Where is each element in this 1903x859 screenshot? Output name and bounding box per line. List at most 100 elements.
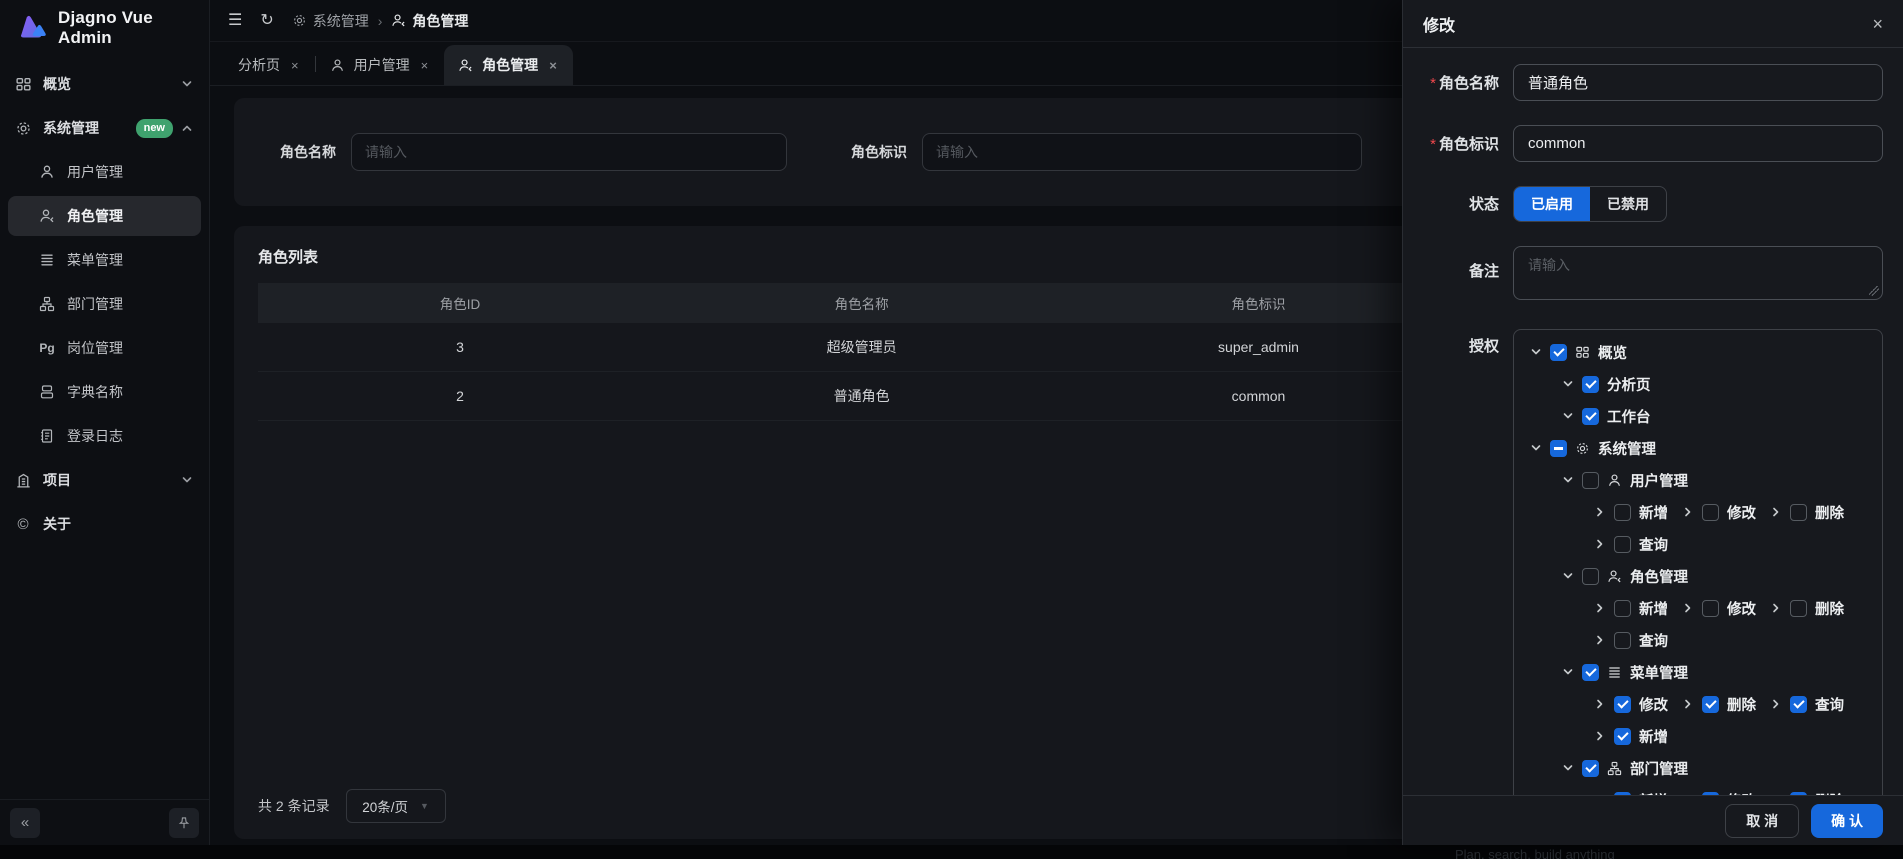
tree-checkbox[interactable] — [1702, 504, 1719, 521]
tree-checkbox[interactable] — [1790, 504, 1807, 521]
sidebar-item-users[interactable]: 用户管理 — [8, 152, 201, 192]
sidebar-item-roles[interactable]: 角色管理 — [8, 196, 201, 236]
chevron-icon[interactable] — [1562, 762, 1574, 774]
tree-node-label[interactable]: 查询 — [1815, 694, 1844, 715]
chevron-icon[interactable] — [1594, 730, 1606, 742]
chevron-icon[interactable] — [1562, 410, 1574, 422]
tree-checkbox[interactable] — [1614, 632, 1631, 649]
tree-node-label[interactable]: 概览 — [1598, 342, 1627, 363]
chevron-icon[interactable] — [1682, 698, 1694, 710]
chevron-icon[interactable] — [1594, 506, 1606, 518]
chevron-icon[interactable] — [1530, 346, 1542, 358]
chevron-icon[interactable] — [1770, 794, 1782, 795]
role-name-field[interactable] — [1513, 64, 1883, 101]
breadcrumb-system[interactable]: 系统管理 — [292, 11, 369, 31]
chevron-icon[interactable] — [1562, 474, 1574, 486]
tree-node-label[interactable]: 新增 — [1639, 726, 1668, 747]
tree-checkbox[interactable] — [1702, 600, 1719, 617]
tab-analysis[interactable]: 分析页 × — [224, 45, 315, 85]
page-size-select[interactable]: 20条/页 ▼ — [346, 789, 446, 823]
chevron-icon[interactable] — [1594, 538, 1606, 550]
sidebar-item-login-logs[interactable]: 登录日志 — [8, 416, 201, 456]
sidebar-item-dictionary[interactable]: 字典名称 — [8, 372, 201, 412]
role-key-search-input[interactable] — [922, 133, 1362, 171]
close-icon[interactable]: × — [1872, 15, 1883, 33]
chevron-icon[interactable] — [1594, 634, 1606, 646]
tree-node-label[interactable]: 查询 — [1639, 534, 1668, 555]
refresh-icon[interactable]: ↻ — [260, 13, 273, 29]
tree-node-label[interactable]: 删除 — [1815, 502, 1844, 523]
chevron-icon[interactable] — [1562, 570, 1574, 582]
tree-node-label[interactable]: 分析页 — [1607, 374, 1651, 395]
sidebar-item-departments[interactable]: 部门管理 — [8, 284, 201, 324]
sidebar-item-menus[interactable]: 菜单管理 — [8, 240, 201, 280]
collapse-sidebar-button[interactable]: « — [10, 808, 40, 838]
tree-node-label[interactable]: 系统管理 — [1598, 438, 1656, 459]
tree-checkbox[interactable] — [1582, 376, 1599, 393]
sidebar-item-project[interactable]: 项目 — [8, 460, 201, 500]
tree-checkbox[interactable] — [1702, 696, 1719, 713]
close-icon[interactable]: × — [547, 57, 559, 74]
tree-checkbox[interactable] — [1582, 664, 1599, 681]
segment-disabled[interactable]: 已禁用 — [1590, 187, 1666, 221]
tree-checkbox[interactable] — [1790, 600, 1807, 617]
sidebar-item-system[interactable]: 系统管理 new — [8, 108, 201, 148]
tree-checkbox[interactable] — [1614, 728, 1631, 745]
chevron-icon[interactable] — [1562, 378, 1574, 390]
close-icon[interactable]: × — [289, 57, 301, 74]
tree-checkbox[interactable] — [1582, 472, 1599, 489]
tree-node-label[interactable]: 修改 — [1727, 598, 1756, 619]
tree-node-label[interactable]: 角色管理 — [1630, 566, 1688, 587]
chevron-icon[interactable] — [1530, 442, 1542, 454]
chevron-icon[interactable] — [1682, 602, 1694, 614]
cancel-button[interactable]: 取 消 — [1725, 804, 1799, 838]
tree-node-label[interactable]: 新增 — [1639, 502, 1668, 523]
breadcrumb-roles[interactable]: 角色管理 — [391, 11, 468, 31]
close-icon[interactable]: × — [419, 57, 431, 74]
tree-checkbox[interactable] — [1614, 504, 1631, 521]
tree-node-label[interactable]: 用户管理 — [1630, 470, 1688, 491]
tab-users[interactable]: 用户管理 × — [316, 45, 445, 85]
chevron-icon[interactable] — [1682, 506, 1694, 518]
segment-enabled[interactable]: 已启用 — [1514, 187, 1590, 221]
tree-node-label[interactable]: 修改 — [1727, 502, 1756, 523]
tree-node-label[interactable]: 新增 — [1639, 598, 1668, 619]
sidebar-item-overview[interactable]: 概览 — [8, 64, 201, 104]
tree-checkbox[interactable] — [1550, 344, 1567, 361]
pin-sidebar-button[interactable] — [169, 808, 199, 838]
tab-roles[interactable]: 角色管理 × — [444, 45, 573, 85]
tree-node-label[interactable]: 工作台 — [1607, 406, 1651, 427]
tree-node-label[interactable]: 删除 — [1815, 598, 1844, 619]
remark-textarea[interactable] — [1513, 246, 1883, 300]
confirm-button[interactable]: 确 认 — [1811, 804, 1883, 838]
chevron-icon[interactable] — [1562, 666, 1574, 678]
chevron-icon[interactable] — [1770, 506, 1782, 518]
chevron-icon[interactable] — [1682, 794, 1694, 795]
tree-node-label[interactable]: 菜单管理 — [1630, 662, 1688, 683]
tree-checkbox[interactable] — [1614, 600, 1631, 617]
tree-checkbox[interactable] — [1790, 792, 1807, 796]
hamburger-icon[interactable]: ☰ — [228, 13, 242, 29]
tree-checkbox[interactable] — [1702, 792, 1719, 796]
sidebar-item-posts[interactable]: Pg 岗位管理 — [8, 328, 201, 368]
tree-node-label[interactable]: 部门管理 — [1630, 758, 1688, 779]
tree-node-label[interactable]: 删除 — [1727, 694, 1756, 715]
tree-checkbox[interactable] — [1582, 408, 1599, 425]
tree-node-label[interactable]: 查询 — [1639, 630, 1668, 651]
chevron-icon[interactable] — [1770, 602, 1782, 614]
role-key-field[interactable] — [1513, 125, 1883, 162]
tree-checkbox[interactable] — [1550, 440, 1567, 457]
tree-checkbox[interactable] — [1790, 696, 1807, 713]
tree-checkbox[interactable] — [1582, 568, 1599, 585]
role-name-search-input[interactable] — [351, 133, 787, 171]
tree-checkbox[interactable] — [1614, 696, 1631, 713]
chevron-icon[interactable] — [1594, 698, 1606, 710]
tree-checkbox[interactable] — [1582, 760, 1599, 777]
tree-node-label[interactable]: 修改 — [1639, 694, 1668, 715]
chevron-icon[interactable] — [1594, 602, 1606, 614]
sidebar-item-about[interactable]: © 关于 — [8, 504, 201, 544]
tree-checkbox[interactable] — [1614, 536, 1631, 553]
tree-checkbox[interactable] — [1614, 792, 1631, 796]
chevron-icon[interactable] — [1770, 698, 1782, 710]
chevron-icon[interactable] — [1594, 794, 1606, 795]
